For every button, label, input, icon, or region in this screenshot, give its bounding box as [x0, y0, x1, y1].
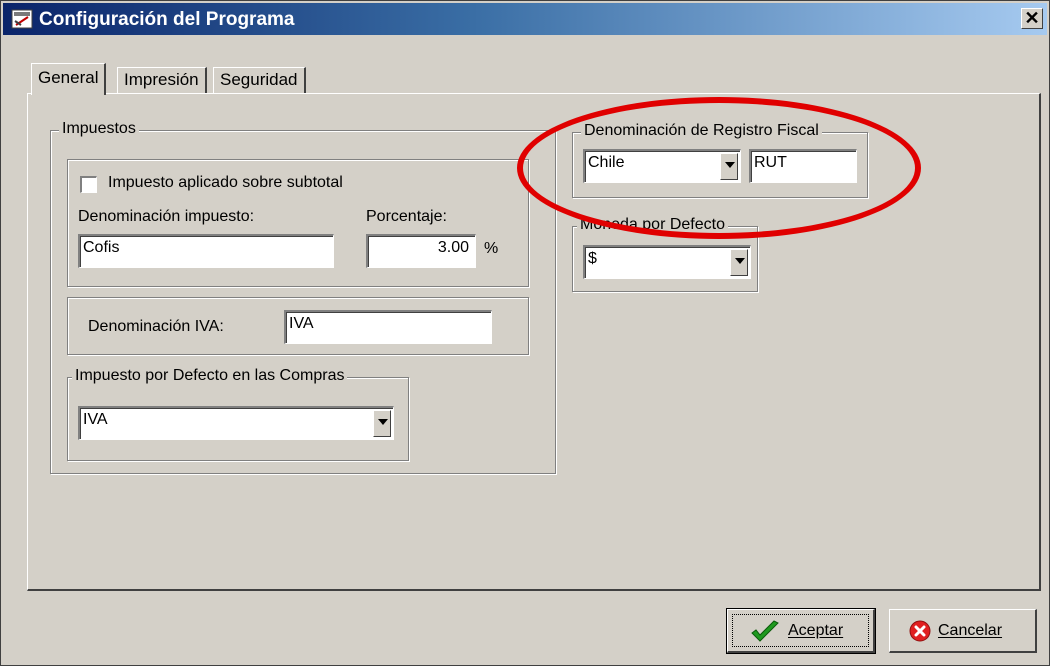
chevron-down-icon[interactable]: [730, 249, 748, 276]
tab-general[interactable]: General: [31, 63, 107, 95]
window-title: Configuración del Programa: [39, 9, 295, 30]
compras-subgroup: Impuesto por Defecto en las Compras IVA: [67, 367, 409, 461]
moneda-group-label: Moneda por Defecto: [577, 216, 728, 234]
compras-group-label: Impuesto por Defecto en las Compras: [72, 367, 348, 385]
tab-general-label: General: [38, 68, 99, 87]
moneda-group: Moneda por Defecto $: [572, 216, 758, 292]
settings-app-icon: [11, 9, 33, 29]
accept-button[interactable]: Aceptar: [726, 608, 876, 654]
checkmark-icon: [751, 620, 779, 642]
registro-fiscal-group: Denominación de Registro Fiscal Chile RU…: [572, 122, 868, 198]
dialog-window: Configuración del Programa ✕ General Imp…: [0, 0, 1050, 666]
close-icon: ✕: [1024, 8, 1040, 28]
impuestos-group-label: Impuestos: [59, 120, 139, 138]
compras-impuesto-select[interactable]: IVA: [78, 406, 394, 440]
registro-fiscal-group-label: Denominación de Registro Fiscal: [581, 122, 822, 140]
denominacion-iva-input[interactable]: IVA: [284, 310, 492, 344]
registro-id-input[interactable]: RUT: [749, 149, 857, 183]
porcentaje-input[interactable]: 3.00: [366, 234, 476, 268]
tab-impresion[interactable]: Impresión: [117, 67, 207, 93]
title-bar[interactable]: Configuración del Programa ✕: [3, 3, 1047, 35]
cancel-icon: [909, 620, 931, 642]
moneda-value: $: [588, 250, 597, 267]
tab-impresion-label: Impresión: [124, 70, 199, 89]
porcentaje-unit: %: [484, 240, 499, 257]
denominacion-impuesto-input[interactable]: Cofis: [78, 234, 334, 268]
moneda-select[interactable]: $: [583, 245, 751, 279]
subtotal-checkbox-label: Impuesto aplicado sobre subtotal: [108, 174, 343, 191]
denominacion-impuesto-label: Denominación impuesto:: [78, 208, 255, 225]
tab-seguridad[interactable]: Seguridad: [213, 67, 306, 93]
compras-impuesto-value: IVA: [83, 411, 108, 428]
cancel-button-label: Cancelar: [938, 622, 1003, 639]
denominacion-iva-label: Denominación IVA:: [88, 318, 224, 335]
impuestos-group: Impuestos Impuesto aplicado sobre subtot…: [50, 120, 556, 474]
general-tab-panel: Impuestos Impuesto aplicado sobre subtot…: [27, 93, 1041, 591]
registro-country-value: Chile: [588, 154, 625, 171]
close-button[interactable]: ✕: [1021, 8, 1043, 29]
tab-seguridad-label: Seguridad: [220, 70, 298, 89]
cancel-button[interactable]: Cancelar: [889, 609, 1037, 653]
iva-subgroup: Denominación IVA: IVA: [67, 297, 529, 355]
subtotal-checkbox[interactable]: [80, 176, 97, 193]
porcentaje-label: Porcentaje:: [366, 208, 447, 225]
chevron-down-icon[interactable]: [373, 410, 391, 437]
impuesto-subgroup: Impuesto aplicado sobre subtotal Denomin…: [67, 159, 529, 287]
accept-button-label: Aceptar: [788, 622, 844, 639]
registro-country-select[interactable]: Chile: [583, 149, 741, 183]
chevron-down-icon[interactable]: [720, 153, 738, 180]
